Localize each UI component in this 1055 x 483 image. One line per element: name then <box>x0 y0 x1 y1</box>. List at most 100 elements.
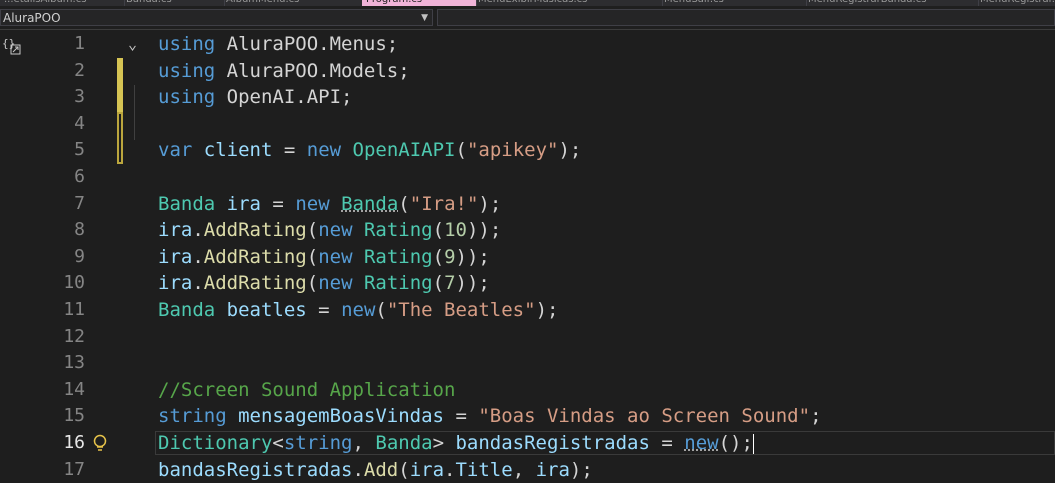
code-token: . <box>352 458 364 481</box>
code-line[interactable]: 15 string mensagemBoasVindas = "Boas Vind… <box>0 403 1055 430</box>
code-line[interactable]: 17 bandasRegistradas.Add(ira.Title, ira); <box>0 457 1055 483</box>
code-token: ira <box>226 192 261 215</box>
code-text: using AluraPOO.Menus; <box>158 31 398 58</box>
code-line[interactable]: 8 ira.AddRating(new Rating(10)); <box>0 217 1055 244</box>
code-line[interactable]: 14 //Screen Sound Application <box>0 377 1055 404</box>
line-number: 8 <box>74 219 85 241</box>
code-token: using <box>158 33 216 55</box>
code-token: ); <box>535 299 559 321</box>
code-line[interactable]: 3 using OpenAI.API; <box>0 84 1055 111</box>
code-token: ira <box>158 272 193 295</box>
code-token: AddRating <box>203 245 307 268</box>
scope-dropdown[interactable] <box>437 9 1055 26</box>
code-token: Banda <box>158 192 216 215</box>
code-line[interactable]: 5 var client = new OpenAIAPI("apikey"); <box>0 137 1055 164</box>
code-text: bandasRegistradas.Add(ira.Title, ira); <box>158 457 593 483</box>
code-token: Banda <box>375 432 433 454</box>
code-token: . <box>444 458 456 481</box>
line-number: 15 <box>63 405 85 427</box>
project-dropdown-label: AluraPOO <box>3 11 61 25</box>
code-token: ( <box>432 245 445 268</box>
project-dropdown[interactable]: AluraPOO ▼ <box>0 9 433 26</box>
line-number: 4 <box>74 112 85 134</box>
code-line[interactable]: 6 <box>0 164 1055 191</box>
line-number: 11 <box>63 299 85 320</box>
code-token: ( <box>306 219 319 242</box>
code-token: Add <box>363 458 399 481</box>
code-token: )); <box>455 272 490 295</box>
code-token: 10 <box>444 219 467 242</box>
code-line[interactable]: 11 Banda beatles = new("The Beatles"); <box>0 297 1055 324</box>
code-text: var client = new OpenAIAPI("apikey"); <box>158 137 581 164</box>
code-token: = <box>260 192 296 215</box>
code-token: AluraPOO.Models; <box>215 59 410 82</box>
code-text: ira.AddRating(new Rating(9)); <box>158 244 490 271</box>
navigation-bar: AluraPOO ▼ <box>0 6 1055 30</box>
code-text: string mensagemBoasVindas = "Boas Vindas… <box>158 403 822 430</box>
code-text: Dictionary<string, Banda> bandasRegistra… <box>158 430 754 457</box>
code-text: using AluraPOO.Models; <box>158 58 410 85</box>
code-token: bandasRegistradas <box>455 432 650 454</box>
code-editor[interactable]: {} 1 ⌄ using AluraPOO.Menus; 2 using AluraPO… <box>0 30 1055 481</box>
code-token: 7 <box>444 272 456 295</box>
code-token: using <box>158 59 216 82</box>
code-token: Rating <box>363 272 433 295</box>
lightbulb-icon[interactable] <box>92 434 108 452</box>
code-line[interactable]: 9 ira.AddRating(new Rating(9)); <box>0 244 1055 271</box>
code-token: . <box>192 219 204 242</box>
line-number: 14 <box>63 378 85 400</box>
code-token: beatles <box>226 299 307 321</box>
code-text: ira.AddRating(new Rating(10)); <box>158 217 501 244</box>
line-number: 17 <box>63 458 85 480</box>
line-number: 13 <box>63 352 85 374</box>
code-token: = <box>649 432 685 454</box>
code-token: . <box>192 245 204 268</box>
code-line[interactable]: 4 <box>0 111 1055 138</box>
code-line[interactable]: 1 ⌄ using AluraPOO.Menus; <box>0 31 1055 58</box>
code-token: new <box>306 139 342 162</box>
code-token: Rating <box>363 245 433 268</box>
code-token: AddRating <box>203 219 307 242</box>
code-token: mensagemBoasVindas <box>238 405 444 428</box>
code-token: "The Beatles" <box>386 299 536 321</box>
line-number: 16 <box>63 432 85 453</box>
code-token: ; <box>810 405 822 428</box>
code-line[interactable]: 12 <box>0 324 1055 351</box>
code-line[interactable]: 10 ira.AddRating(new Rating(7)); <box>0 270 1055 297</box>
code-token: string <box>283 432 353 454</box>
code-token: = <box>306 299 342 321</box>
line-number: 5 <box>74 139 85 161</box>
code-token: new <box>318 272 353 295</box>
code-token: ira <box>158 245 193 268</box>
code-text: using OpenAI.API; <box>158 84 352 111</box>
line-number: 2 <box>74 59 85 81</box>
code-line[interactable]: 16 Dictionary<string, Banda> bandasRegist… <box>0 430 1055 457</box>
code-token: var <box>158 139 193 162</box>
code-token: ira <box>409 458 445 481</box>
code-line[interactable]: 2 using AluraPOO.Models; <box>0 58 1055 85</box>
line-number: 1 <box>74 33 85 54</box>
code-token: new <box>684 432 719 454</box>
fold-chevron-icon[interactable]: ⌄ <box>128 31 137 58</box>
code-token: OpenAI.API; <box>215 86 353 109</box>
code-token: //Screen Sound Application <box>158 378 456 401</box>
code-token: Banda <box>341 192 399 215</box>
code-line[interactable]: 7 Banda ira = new Banda("Ira!"); <box>0 191 1055 218</box>
code-token: , <box>512 458 536 481</box>
line-number: 6 <box>74 166 85 187</box>
code-token: )); <box>466 219 502 242</box>
code-text: Banda ira = new Banda("Ira!"); <box>158 191 501 218</box>
code-token: = <box>444 405 479 428</box>
code-token: ( <box>306 272 319 295</box>
code-token: ); <box>569 458 593 481</box>
code-token: AddRating <box>203 272 307 295</box>
code-token: . <box>192 272 204 295</box>
code-line[interactable]: 13 <box>0 350 1055 377</box>
code-token: ( <box>432 219 445 242</box>
code-text: //Screen Sound Application <box>158 377 455 404</box>
